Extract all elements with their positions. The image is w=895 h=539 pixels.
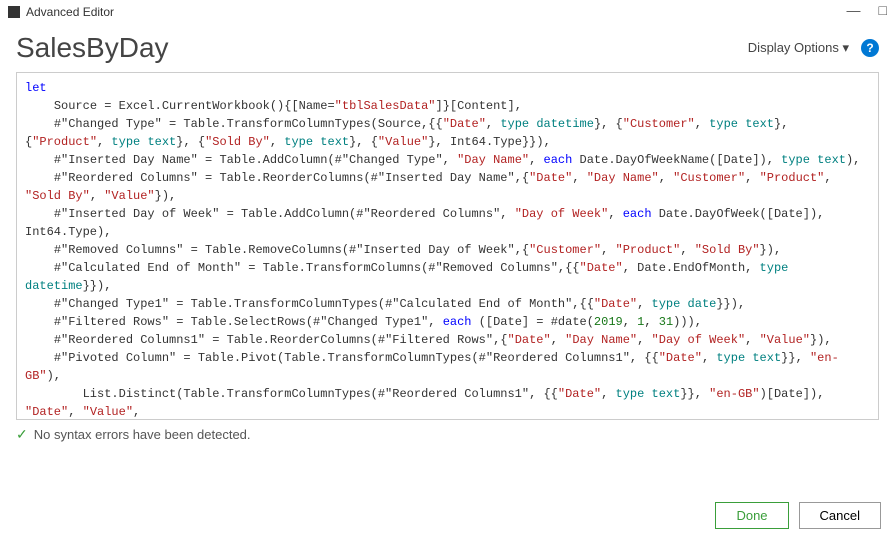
window-title: Advanced Editor	[26, 5, 114, 19]
status-message: No syntax errors have been detected.	[34, 427, 251, 442]
status-bar: ✓ No syntax errors have been detected.	[0, 420, 895, 449]
help-icon[interactable]: ?	[861, 39, 879, 57]
display-options-label: Display Options	[748, 40, 839, 55]
app-icon	[8, 6, 20, 18]
display-options-dropdown[interactable]: Display Options ▾	[748, 40, 849, 56]
code-editor[interactable]: let Source = Excel.CurrentWorkbook(){[Na…	[16, 72, 879, 420]
cancel-button[interactable]: Cancel	[799, 502, 881, 529]
chevron-down-icon: ▾	[842, 40, 849, 55]
window-controls: — □	[847, 2, 887, 18]
maximize-button[interactable]: □	[879, 2, 887, 18]
header-toolbar: Display Options ▾ ?	[748, 39, 879, 57]
header: SalesByDay Display Options ▾ ?	[0, 24, 895, 68]
keyword-let: let	[25, 81, 47, 95]
check-icon: ✓	[16, 426, 28, 443]
minimize-button[interactable]: —	[847, 2, 861, 18]
footer-buttons: Done Cancel	[715, 502, 881, 529]
done-button[interactable]: Done	[715, 502, 788, 529]
query-name: SalesByDay	[16, 32, 169, 64]
titlebar: Advanced Editor	[0, 0, 895, 24]
